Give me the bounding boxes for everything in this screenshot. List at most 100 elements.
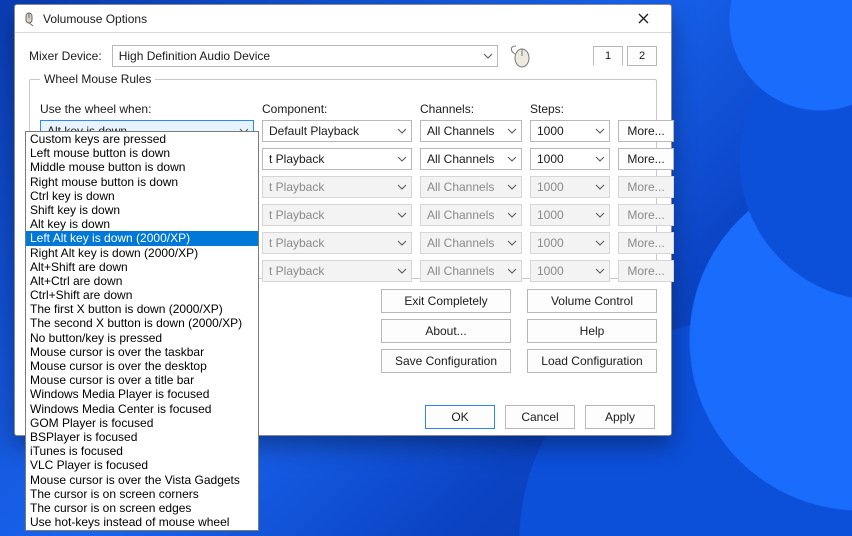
steps-combo-3[interactable]: 1000 <box>530 204 610 226</box>
app-icon <box>21 11 37 27</box>
chevron-down-icon <box>397 240 407 246</box>
dropdown-option[interactable]: The cursor is on screen edges <box>26 501 258 515</box>
chevron-down-icon <box>507 128 517 134</box>
channels-combo-0[interactable]: All Channels <box>420 120 522 142</box>
chevron-down-icon <box>397 184 407 190</box>
steps-combo-2[interactable]: 1000 <box>530 176 610 198</box>
channels-combo-5[interactable]: All Channels <box>420 260 522 282</box>
more-button-4[interactable]: More... <box>618 232 674 254</box>
titlebar[interactable]: Volumouse Options <box>15 5 671 33</box>
chevron-down-icon <box>595 268 605 274</box>
tab-strip: 1 2 <box>593 46 657 66</box>
steps-combo-5[interactable]: 1000 <box>530 260 610 282</box>
chevron-down-icon <box>595 240 605 246</box>
hdr-component: Component: <box>262 102 412 116</box>
window-title: Volumouse Options <box>43 12 621 26</box>
chevron-down-icon <box>397 156 407 162</box>
dropdown-option[interactable]: Mouse cursor is over a title bar <box>26 373 258 387</box>
dropdown-option[interactable]: Windows Media Center is focused <box>26 402 258 416</box>
dropdown-option[interactable]: The specified application window is focu… <box>26 529 258 531</box>
dropdown-option[interactable]: The first X button is down (2000/XP) <box>26 302 258 316</box>
component-combo-4[interactable]: t Playback <box>262 232 412 254</box>
mixer-label: Mixer Device: <box>29 49 102 63</box>
steps-combo-4[interactable]: 1000 <box>530 232 610 254</box>
dropdown-option[interactable]: Mouse cursor is over the Vista Gadgets <box>26 473 258 487</box>
chevron-down-icon <box>507 184 517 190</box>
dropdown-option[interactable]: Ctrl+Shift are down <box>26 288 258 302</box>
use-wheel-dropdown-list[interactable]: Custom keys are pressedLeft mouse button… <box>25 131 259 531</box>
volume-control-button[interactable]: Volume Control <box>527 289 657 313</box>
channels-combo-2[interactable]: All Channels <box>420 176 522 198</box>
dropdown-option[interactable]: BSPlayer is focused <box>26 430 258 444</box>
dropdown-option[interactable]: Left mouse button is down <box>26 146 258 160</box>
apply-button[interactable]: Apply <box>585 405 655 429</box>
dialog-buttons: OK Cancel Apply <box>425 405 655 429</box>
hdr-steps: Steps: <box>530 102 610 116</box>
dropdown-option[interactable]: The second X button is down (2000/XP) <box>26 316 258 330</box>
dropdown-option[interactable]: Windows Media Player is focused <box>26 387 258 401</box>
more-button-5[interactable]: More... <box>618 260 674 282</box>
more-button-0[interactable]: More... <box>618 120 674 142</box>
about-button[interactable]: About... <box>381 319 511 343</box>
more-button-1[interactable]: More... <box>618 148 674 170</box>
chevron-down-icon <box>397 212 407 218</box>
group-legend: Wheel Mouse Rules <box>40 72 155 86</box>
chevron-down-icon <box>397 268 407 274</box>
dropdown-option[interactable]: Use hot-keys instead of mouse wheel <box>26 515 258 529</box>
component-combo-3[interactable]: t Playback <box>262 204 412 226</box>
dropdown-option[interactable]: Shift key is down <box>26 203 258 217</box>
chevron-down-icon <box>483 53 493 59</box>
dropdown-option[interactable]: The cursor is on screen corners <box>26 487 258 501</box>
chevron-down-icon <box>595 212 605 218</box>
chevron-down-icon <box>595 128 605 134</box>
dropdown-option[interactable]: GOM Player is focused <box>26 416 258 430</box>
rule-row-5: t PlaybackAll Channels1000More... <box>262 260 646 282</box>
rule-row-1: t PlaybackAll Channels1000More... <box>262 148 646 170</box>
tab-1[interactable]: 1 <box>593 46 623 66</box>
chevron-down-icon <box>595 184 605 190</box>
cancel-button[interactable]: Cancel <box>505 405 575 429</box>
mixer-row: Mixer Device: High Definition Audio Devi… <box>29 43 657 69</box>
exit-completely-button[interactable]: Exit Completely <box>381 289 511 313</box>
dropdown-option[interactable]: Alt+Ctrl are down <box>26 274 258 288</box>
chevron-down-icon <box>507 212 517 218</box>
component-combo-2[interactable]: t Playback <box>262 176 412 198</box>
steps-combo-0[interactable]: 1000 <box>530 120 610 142</box>
mixer-device-combo[interactable]: High Definition Audio Device <box>112 45 498 67</box>
dropdown-option[interactable]: Alt key is down <box>26 217 258 231</box>
load-configuration-button[interactable]: Load Configuration <box>527 349 657 373</box>
dropdown-option[interactable]: Right Alt key is down (2000/XP) <box>26 246 258 260</box>
close-button[interactable] <box>621 8 665 30</box>
rule-row-3: t PlaybackAll Channels1000More... <box>262 204 646 226</box>
dropdown-option[interactable]: Middle mouse button is down <box>26 160 258 174</box>
hdr-channels: Channels: <box>420 102 522 116</box>
ok-button[interactable]: OK <box>425 405 495 429</box>
tab-2[interactable]: 2 <box>627 46 657 66</box>
steps-combo-1[interactable]: 1000 <box>530 148 610 170</box>
component-combo-5[interactable]: t Playback <box>262 260 412 282</box>
component-combo-1[interactable]: t Playback <box>262 148 412 170</box>
help-button[interactable]: Help <box>527 319 657 343</box>
dropdown-option[interactable]: Mouse cursor is over the taskbar <box>26 345 258 359</box>
more-button-2[interactable]: More... <box>618 176 674 198</box>
dropdown-option[interactable]: Ctrl key is down <box>26 189 258 203</box>
dropdown-option[interactable]: Alt+Shift are down <box>26 260 258 274</box>
dropdown-option[interactable]: Left Alt key is down (2000/XP) <box>26 231 258 245</box>
channels-combo-4[interactable]: All Channels <box>420 232 522 254</box>
rule-row-4: t PlaybackAll Channels1000More... <box>262 232 646 254</box>
component-combo-0[interactable]: Default Playback <box>262 120 412 142</box>
more-button-3[interactable]: More... <box>618 204 674 226</box>
dropdown-option[interactable]: Custom keys are pressed <box>26 132 258 146</box>
channels-combo-1[interactable]: All Channels <box>420 148 522 170</box>
save-configuration-button[interactable]: Save Configuration <box>381 349 511 373</box>
dropdown-option[interactable]: Mouse cursor is over the desktop <box>26 359 258 373</box>
dropdown-option[interactable]: Right mouse button is down <box>26 175 258 189</box>
dropdown-option[interactable]: No button/key is pressed <box>26 331 258 345</box>
dropdown-option[interactable]: iTunes is focused <box>26 444 258 458</box>
mouse-icon <box>508 43 534 69</box>
rule-row-2: t PlaybackAll Channels1000More... <box>262 176 646 198</box>
channels-combo-3[interactable]: All Channels <box>420 204 522 226</box>
chevron-down-icon <box>507 156 517 162</box>
chevron-down-icon <box>595 156 605 162</box>
dropdown-option[interactable]: VLC Player is focused <box>26 458 258 472</box>
